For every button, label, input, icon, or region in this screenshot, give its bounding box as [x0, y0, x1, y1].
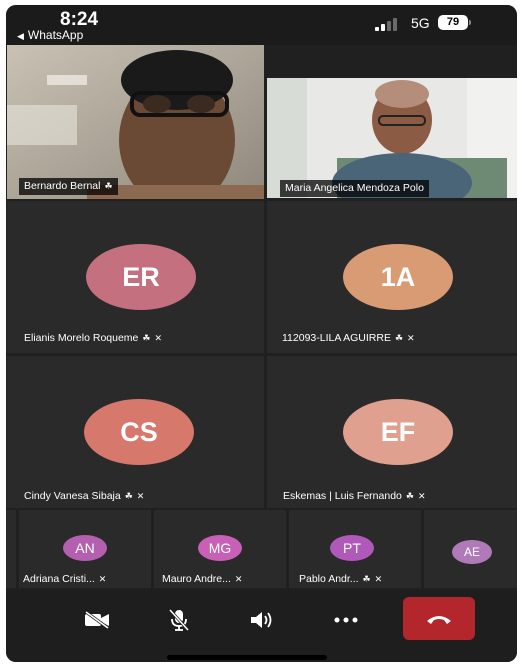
- participant-tile[interactable]: MG Mauro Andre... ✕: [154, 510, 286, 588]
- participant-name: Adriana Cristi... ✕: [23, 573, 107, 585]
- participant-avatar: CS: [84, 399, 194, 465]
- back-app-label: WhatsApp: [27, 28, 84, 42]
- camera-off-icon: [85, 611, 109, 629]
- battery-tip: [469, 20, 471, 25]
- participant-tile[interactable]: 1A 112093-LILA AGUIRRE ☘ ✕: [267, 201, 517, 353]
- signal-icon: [375, 17, 407, 31]
- participant-name: Bernardo Bernal ☘: [19, 178, 118, 195]
- mic-off-icon: ✕: [417, 491, 426, 501]
- group-icon: ☘: [124, 491, 133, 501]
- participant-avatar: PT: [330, 535, 374, 561]
- mic-off-icon: ✕: [234, 574, 243, 584]
- mic-toggle-button[interactable]: [157, 598, 201, 642]
- participant-avatar: 1A: [343, 244, 453, 310]
- participant-avatar: ER: [86, 244, 196, 310]
- participant-avatar: MG: [198, 535, 242, 561]
- participant-video: [7, 45, 264, 199]
- participant-tile-video[interactable]: Maria Angelica Mendoza Polo: [267, 78, 517, 198]
- mic-off-icon: ✕: [136, 491, 145, 501]
- end-call-button[interactable]: [403, 597, 475, 640]
- participant-avatar: AE: [452, 540, 492, 564]
- back-triangle-icon: ◀: [17, 31, 24, 41]
- participant-tile[interactable]: EF Eskemas | Luis Fernando ☘ ✕: [267, 356, 517, 508]
- status-bar: 8:24 ◀ WhatsApp 5G 79: [6, 5, 517, 45]
- mic-off-icon: [168, 608, 190, 632]
- participant-name: Maria Angelica Mendoza Polo: [280, 180, 429, 197]
- participant-name: Cindy Vanesa Sibaja ☘ ✕: [24, 490, 145, 502]
- call-controls: [6, 590, 517, 662]
- back-to-app-link[interactable]: ◀ WhatsApp: [17, 28, 83, 42]
- participant-tile-video[interactable]: Bernardo Bernal ☘: [7, 45, 264, 199]
- participant-tile[interactable]: ER Elianis Morelo Roqueme ☘ ✕: [7, 201, 264, 353]
- group-icon: ☘: [405, 491, 414, 501]
- mic-off-icon: ✕: [407, 333, 415, 343]
- group-icon: ☘: [394, 333, 404, 343]
- participant-avatar: EF: [343, 399, 453, 465]
- call-screen: 8:24 ◀ WhatsApp 5G 79 Bernardo Bernal ☘ …: [6, 5, 517, 662]
- mic-off-icon: ✕: [154, 333, 163, 343]
- participant-name: Mauro Andre... ✕: [162, 573, 243, 585]
- participant-name: Eskemas | Luis Fernando ☘ ✕: [283, 490, 426, 502]
- hang-up-icon: [427, 615, 451, 624]
- group-icon: ☘: [142, 333, 151, 343]
- participant-avatar: AN: [63, 535, 107, 561]
- participant-tile[interactable]: AE: [424, 510, 517, 588]
- mic-off-icon: ✕: [98, 574, 107, 584]
- camera-toggle-button[interactable]: [75, 598, 119, 642]
- more-options-button[interactable]: [324, 598, 368, 642]
- group-icon: ☘: [362, 574, 371, 584]
- speaker-icon: [251, 612, 272, 628]
- participant-name: Pablo Andr... ☘ ✕: [299, 573, 383, 585]
- battery-level: 79: [446, 16, 460, 28]
- participant-tile[interactable]: CS Cindy Vanesa Sibaja ☘ ✕: [7, 356, 264, 508]
- mic-off-icon: ✕: [374, 574, 383, 584]
- speaker-button[interactable]: [240, 598, 284, 642]
- battery-icon: 79: [438, 15, 468, 30]
- participant-tile[interactable]: PT Pablo Andr... ☘ ✕: [289, 510, 421, 588]
- network-type: 5G: [411, 15, 430, 31]
- group-icon: ☘: [104, 181, 113, 191]
- more-icon: [334, 617, 358, 623]
- participant-tile-edge[interactable]: [6, 510, 16, 588]
- participant-tile[interactable]: AN Adriana Cristi... ✕: [19, 510, 151, 588]
- participant-name: 112093-LILA AGUIRRE ☘ ✕: [282, 332, 415, 344]
- participant-name: Elianis Morelo Roqueme ☘ ✕: [24, 332, 163, 344]
- home-indicator[interactable]: [167, 655, 327, 660]
